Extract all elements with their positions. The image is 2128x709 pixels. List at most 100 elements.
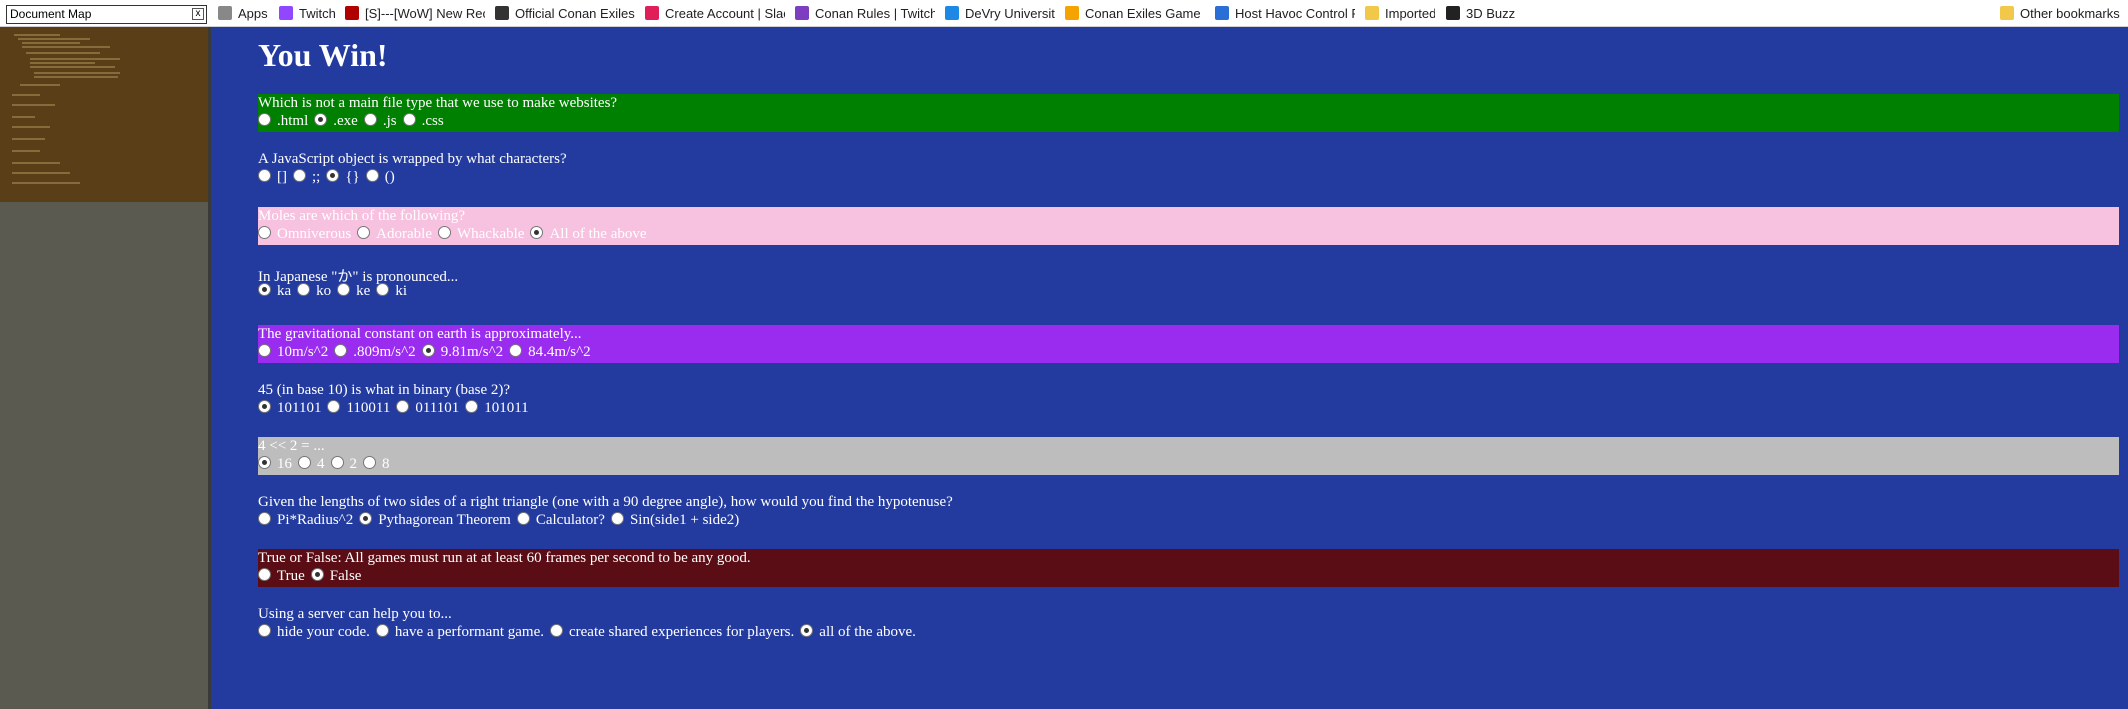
answer-option[interactable]: .css <box>402 113 444 130</box>
radio-button-selected[interactable] <box>258 283 271 296</box>
answer-option[interactable]: .js <box>363 113 397 130</box>
radio-button[interactable] <box>298 456 311 469</box>
answer-option[interactable]: Pi*Radius^2 <box>258 512 353 529</box>
radio-button-selected[interactable] <box>326 169 340 182</box>
bookmark-item[interactable]: Create Account | Slac <box>645 4 785 23</box>
bookmark-item[interactable]: Twitch <box>279 4 339 23</box>
bookmark-item[interactable]: DeVry University <box>945 4 1055 23</box>
answer-option[interactable]: Omniverous <box>258 226 351 243</box>
radio-button[interactable] <box>293 169 306 182</box>
bookmark-item[interactable]: 3D Buzz <box>1446 4 1536 23</box>
radio-button[interactable] <box>549 624 563 637</box>
radio-button[interactable] <box>363 113 377 126</box>
answer-option[interactable]: False <box>310 568 361 585</box>
answer-label: 9.81m/s^2 <box>440 344 504 360</box>
other-bookmarks-folder[interactable]: Other bookmarks <box>2000 4 2120 23</box>
bookmark-label: Host Havoc Control P <box>1235 6 1355 21</box>
radio-button[interactable] <box>375 624 389 637</box>
answer-option[interactable]: Calculator? <box>516 512 605 529</box>
answer-option[interactable]: ki <box>376 283 407 300</box>
answer-option[interactable]: ko <box>297 283 331 300</box>
bookmark-item[interactable]: Official Conan Exiles V <box>495 4 635 23</box>
radio-button[interactable] <box>258 568 271 581</box>
radio-button[interactable] <box>465 400 479 413</box>
radio-button[interactable] <box>337 283 351 296</box>
answer-label: 011101 <box>415 400 460 416</box>
answer-option[interactable]: True <box>258 568 305 585</box>
answer-option[interactable]: Whackable <box>437 226 524 243</box>
radio-button[interactable] <box>327 400 341 413</box>
answer-option[interactable]: hide your code. <box>258 624 370 641</box>
radio-button[interactable] <box>258 624 271 637</box>
document-map-input[interactable]: Document Map x <box>6 5 207 24</box>
radio-button[interactable] <box>396 400 410 413</box>
radio-button-selected[interactable] <box>421 344 435 357</box>
answer-option[interactable]: all of the above. <box>800 624 916 641</box>
answer-label: .css <box>421 113 444 129</box>
answer-option[interactable]: create shared experiences for players. <box>549 624 794 641</box>
answer-option[interactable]: 101011 <box>465 400 529 417</box>
bookmark-item[interactable]: Host Havoc Control P <box>1215 4 1355 23</box>
radio-button-selected[interactable] <box>314 113 328 126</box>
radio-button[interactable] <box>297 283 311 296</box>
answer-option[interactable]: 101101 <box>258 400 321 417</box>
radio-button[interactable] <box>258 344 271 357</box>
answer-option[interactable]: ke <box>337 283 370 300</box>
answer-option[interactable]: 8 <box>363 456 390 473</box>
radio-button-selected[interactable] <box>258 456 271 469</box>
answer-option[interactable]: Sin(side1 + side2) <box>610 512 739 529</box>
bookmark-item[interactable]: Conan Rules | TwitchR <box>795 4 935 23</box>
answer-option[interactable]: have a performant game. <box>375 624 544 641</box>
close-icon[interactable]: x <box>192 8 204 20</box>
radio-button[interactable] <box>610 512 624 525</box>
question-text: A JavaScript object is wrapped by what c… <box>258 151 567 167</box>
radio-button-selected[interactable] <box>530 226 544 239</box>
answer-option[interactable]: 4 <box>298 456 325 473</box>
radio-button[interactable] <box>516 512 530 525</box>
radio-button-selected[interactable] <box>258 400 271 413</box>
answer-options: hide your code. have a performant game. cr… <box>258 624 922 642</box>
answer-option[interactable]: 2 <box>330 456 357 473</box>
bookmark-item[interactable]: Imported <box>1365 4 1435 23</box>
answer-option[interactable]: 9.81m/s^2 <box>421 344 504 361</box>
bookmark-item[interactable]: Apps <box>218 4 268 23</box>
answer-option[interactable]: 16 <box>258 456 292 473</box>
radio-button[interactable] <box>330 456 344 469</box>
bookmark-item[interactable]: Conan Exiles Game K <box>1065 4 1205 23</box>
radio-button[interactable] <box>402 113 416 126</box>
radio-button[interactable] <box>437 226 451 239</box>
bookmark-item[interactable]: [S]---[WoW] New Rec <box>345 4 485 23</box>
radio-button[interactable] <box>376 283 390 296</box>
radio-button[interactable] <box>258 226 271 239</box>
answer-option[interactable]: .exe <box>314 113 358 130</box>
bookmark-label: Create Account | Slac <box>665 6 785 21</box>
radio-button[interactable] <box>509 344 523 357</box>
radio-button[interactable] <box>258 169 271 182</box>
answer-option[interactable]: .809m/s^2 <box>334 344 416 361</box>
answer-option[interactable]: 011101 <box>396 400 459 417</box>
answer-option[interactable]: Pythagorean Theorem <box>359 512 511 529</box>
document-map-panel[interactable] <box>0 27 208 709</box>
answer-option[interactable]: All of the above <box>530 226 647 243</box>
radio-button[interactable] <box>258 113 271 126</box>
answer-option[interactable]: 10m/s^2 <box>258 344 328 361</box>
answer-option[interactable]: [] <box>258 169 287 186</box>
answer-option[interactable]: .html <box>258 113 308 130</box>
answer-option[interactable]: {} <box>326 169 360 186</box>
radio-button-selected[interactable] <box>359 512 373 525</box>
radio-button[interactable] <box>334 344 348 357</box>
radio-button[interactable] <box>365 169 379 182</box>
answer-option[interactable]: ;; <box>293 169 320 186</box>
answer-option[interactable]: Adorable <box>357 226 432 243</box>
other-bookmarks-label: Other bookmarks <box>2020 6 2120 21</box>
radio-button[interactable] <box>258 512 271 525</box>
folder-icon <box>2000 6 2014 20</box>
radio-button-selected[interactable] <box>800 624 814 637</box>
answer-option[interactable]: () <box>365 169 395 186</box>
radio-button[interactable] <box>357 226 371 239</box>
answer-option[interactable]: 84.4m/s^2 <box>509 344 591 361</box>
radio-button[interactable] <box>363 456 376 469</box>
radio-button-selected[interactable] <box>310 568 324 581</box>
answer-option[interactable]: 110011 <box>327 400 390 417</box>
answer-option[interactable]: ka <box>258 283 291 300</box>
